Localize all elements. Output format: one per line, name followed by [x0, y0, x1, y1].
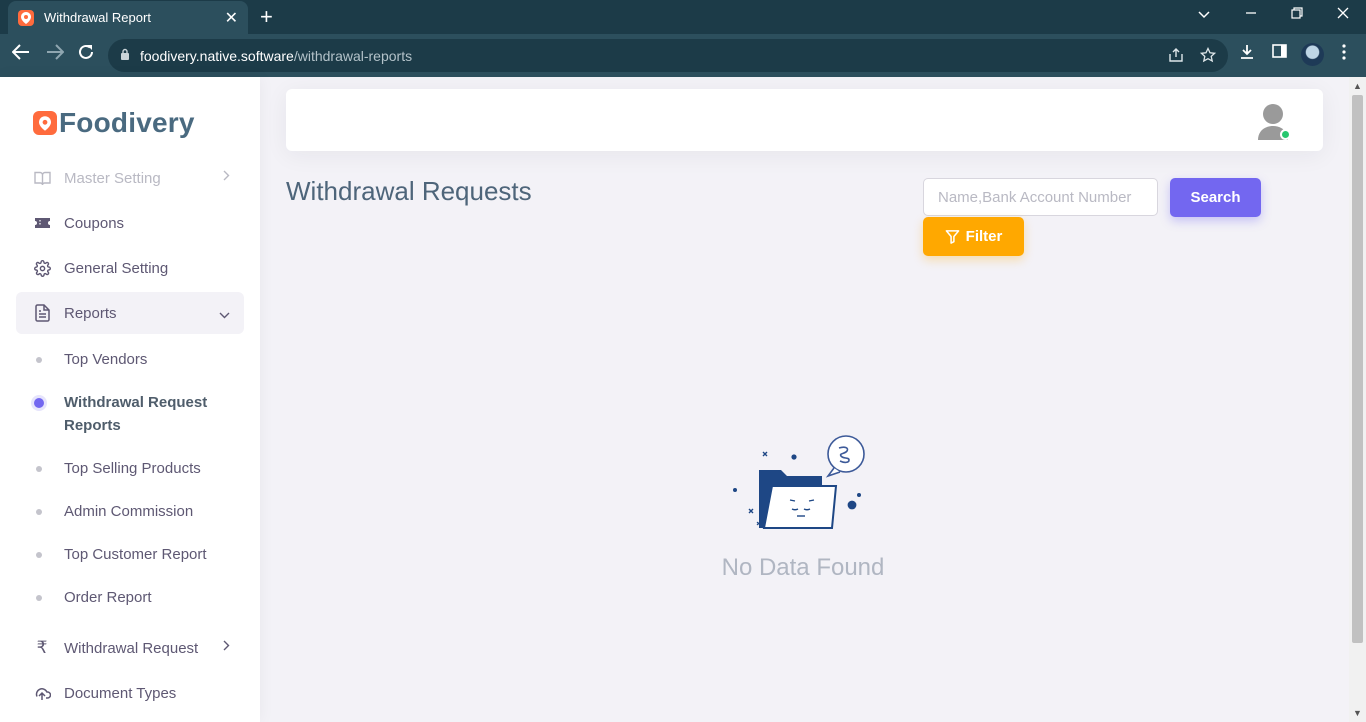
- new-tab-icon[interactable]: +: [260, 6, 273, 28]
- sidebar-subitem-withdrawal-request-reports[interactable]: Withdrawal Request Reports: [34, 391, 226, 437]
- brand[interactable]: Foodivery: [33, 107, 195, 139]
- back-icon[interactable]: [11, 44, 30, 65]
- sidebar-subitem-top-customer-report[interactable]: Top Customer Report: [36, 543, 246, 566]
- page-scrollbar[interactable]: ▲ ▼: [1349, 77, 1366, 722]
- browser-toolbar: foodivery.native.software/withdrawal-rep…: [0, 34, 1366, 77]
- browser-menu-icon[interactable]: [1342, 44, 1346, 65]
- cloud-upload-icon: [33, 684, 51, 702]
- sidebar-subitem-top-selling-products[interactable]: Top Selling Products: [36, 457, 246, 480]
- side-panel-icon[interactable]: [1272, 44, 1287, 63]
- chevron-down-icon: [219, 308, 230, 322]
- download-icon[interactable]: [1239, 44, 1255, 65]
- rupee-icon: ₹: [36, 638, 48, 657]
- forward-icon[interactable]: [46, 44, 65, 65]
- bullet-dot-icon: [36, 357, 42, 363]
- sidebar-item-reports[interactable]: Reports: [16, 292, 244, 334]
- sidebar-item-label: Master Setting: [64, 169, 161, 187]
- bullet-dot-icon: [36, 509, 42, 515]
- sidebar-subitem-order-report[interactable]: Order Report: [36, 586, 246, 609]
- ticket-icon: [33, 214, 51, 232]
- sidebar-subitem-top-vendors[interactable]: Top Vendors: [36, 348, 246, 371]
- tab-title: Withdrawal Report: [44, 10, 151, 25]
- online-status-dot: [1280, 129, 1291, 140]
- empty-folder-illustration: [726, 432, 871, 532]
- sidebar-subitem-admin-commission[interactable]: Admin Commission: [36, 500, 246, 523]
- filter-funnel-icon: [945, 230, 959, 244]
- search-input[interactable]: [923, 178, 1158, 216]
- tab-close-icon[interactable]: ✕: [225, 8, 238, 28]
- tab-search-chevron-icon[interactable]: [1198, 6, 1210, 22]
- address-bar[interactable]: foodivery.native.software/withdrawal-rep…: [108, 39, 1228, 72]
- scrollbar-thumb[interactable]: [1352, 95, 1363, 643]
- filter-button[interactable]: Filter: [923, 217, 1024, 256]
- scroll-up-arrow-icon[interactable]: ▲: [1353, 81, 1362, 91]
- sidebar-subitem-label: Admin Commission: [64, 503, 194, 520]
- restore-icon[interactable]: [1291, 6, 1303, 22]
- sidebar-item-coupons[interactable]: Coupons: [16, 202, 244, 244]
- gear-icon: [33, 259, 51, 277]
- sidebar-item-general-setting[interactable]: General Setting: [16, 247, 244, 289]
- active-bullet-dot-icon: [34, 398, 44, 408]
- foodivery-logo-icon: [33, 111, 57, 135]
- sidebar-subitem-label: Top Customer Report: [64, 546, 207, 563]
- sidebar-item-label: Document Types: [64, 684, 177, 702]
- minimize-icon[interactable]: [1245, 6, 1257, 22]
- reload-icon[interactable]: [78, 44, 94, 65]
- sidebar-item-label: Withdrawal Request: [64, 639, 199, 657]
- lock-icon[interactable]: [120, 48, 130, 63]
- foodivery-favicon-icon: [18, 9, 34, 26]
- search-button[interactable]: Search: [1170, 178, 1261, 217]
- url-host: foodivery.native.software: [140, 47, 294, 64]
- browser-tab[interactable]: Withdrawal Report ✕: [8, 1, 248, 34]
- share-icon[interactable]: [1168, 47, 1184, 67]
- scroll-down-arrow-icon[interactable]: ▼: [1353, 708, 1362, 718]
- file-text-icon: [33, 304, 51, 322]
- bullet-dot-icon: [36, 466, 42, 472]
- browser-profile-avatar[interactable]: [1301, 43, 1324, 66]
- user-avatar[interactable]: [1257, 103, 1291, 141]
- sidebar-item-withdrawal-request[interactable]: ₹ Withdrawal Request: [16, 627, 244, 669]
- close-window-icon[interactable]: [1337, 6, 1349, 22]
- sidebar-subitem-label: Order Report: [64, 589, 152, 606]
- bullet-dot-icon: [36, 552, 42, 558]
- page-title: Withdrawal Requests: [286, 176, 532, 206]
- sidebar-item-label: Reports: [64, 304, 117, 322]
- url-path: /withdrawal-reports: [293, 47, 413, 64]
- sidebar-item-label: Coupons: [64, 214, 125, 232]
- sidebar: Foodivery Master Setting Coupons General…: [0, 77, 260, 722]
- bookmark-star-icon[interactable]: [1199, 46, 1217, 67]
- chevron-right-icon: [223, 170, 230, 184]
- sidebar-subitem-label: Top Vendors: [64, 351, 148, 368]
- sidebar-subitem-label: Top Selling Products: [64, 460, 201, 477]
- sidebar-item-document-types[interactable]: Document Types: [16, 672, 244, 714]
- brand-name: Foodivery: [59, 107, 195, 138]
- top-navbar: [286, 89, 1323, 151]
- empty-state-message: No Data Found: [721, 554, 885, 581]
- bullet-dot-icon: [36, 595, 42, 601]
- sidebar-item-master-setting[interactable]: Master Setting: [16, 157, 244, 199]
- sidebar-subitem-label: Withdrawal Request Reports: [64, 394, 208, 434]
- filter-button-label: Filter: [965, 228, 1003, 245]
- chevron-right-icon: [223, 640, 230, 654]
- sidebar-item-label: General Setting: [64, 259, 169, 277]
- book-icon: [33, 169, 51, 187]
- browser-tab-bar: Withdrawal Report ✕ +: [0, 0, 1366, 34]
